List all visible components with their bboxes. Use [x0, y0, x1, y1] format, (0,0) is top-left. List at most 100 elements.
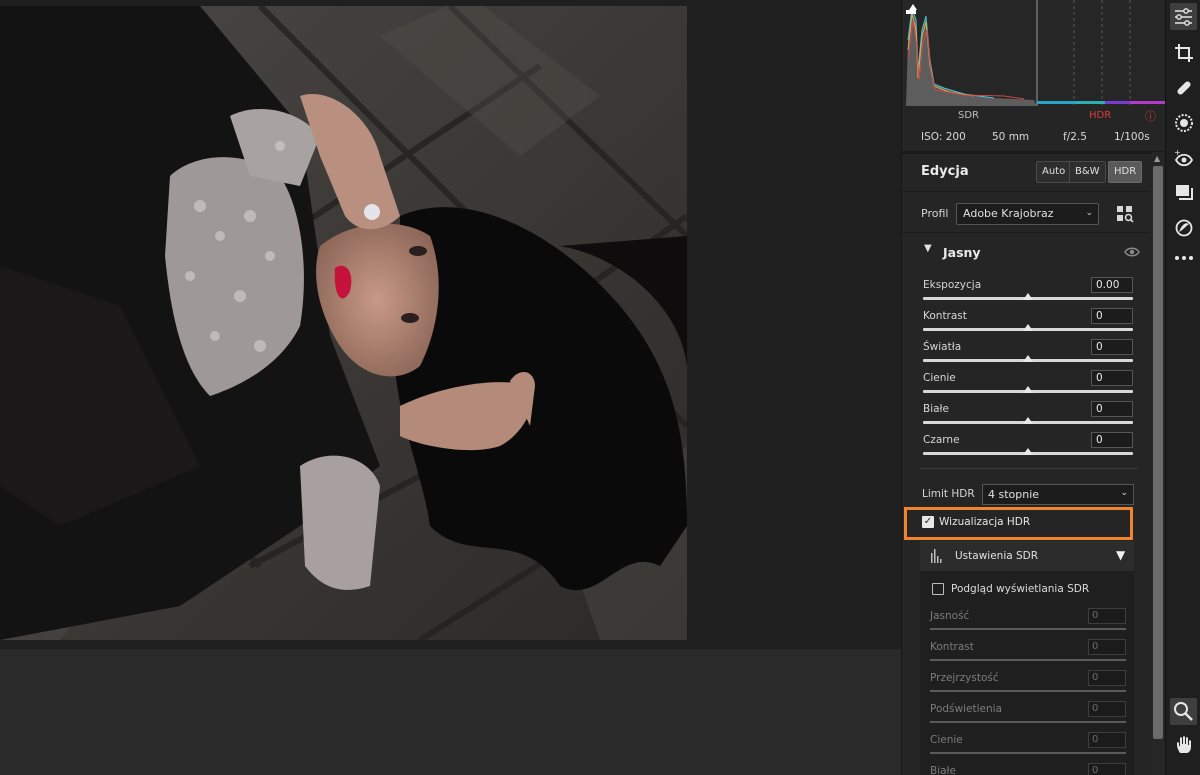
light-section-header[interactable]: ▼ Jasny	[902, 234, 1150, 270]
sdr-preview-label: Podgląd wyświetlania SDR	[951, 583, 1090, 595]
hdr-limit-select[interactable]: 4 stopnie ⌄	[982, 484, 1134, 505]
slider-value-input[interactable]: 0.00	[1091, 277, 1133, 293]
slider-thumb[interactable]	[1023, 355, 1033, 362]
sdr-slider-highlights[interactable]: Podświetlenia 0	[920, 699, 1134, 730]
slider-value-input[interactable]: 0	[1088, 732, 1126, 748]
auto-button[interactable]: Auto	[1036, 161, 1072, 183]
slider-value-input[interactable]: 0	[1088, 763, 1126, 775]
slider-label: Przejrzystość	[930, 672, 999, 684]
slider-label: Cienie	[923, 372, 956, 384]
presets-icon[interactable]	[1174, 183, 1194, 203]
hdr-warning-icon[interactable]: ⓘ	[1145, 108, 1156, 124]
visibility-eye-icon[interactable]	[1124, 246, 1140, 258]
slider-value-input[interactable]: 0	[1088, 639, 1126, 655]
histogram-labels: SDR HDR ⓘ	[902, 106, 1166, 126]
slider-track[interactable]	[930, 659, 1126, 661]
profile-browser-icon[interactable]	[1116, 205, 1134, 223]
slider-label: Ekspozycja	[923, 279, 982, 291]
slider-blacks[interactable]: Czarne 0	[902, 430, 1150, 461]
photo-image	[0, 6, 687, 640]
collapse-triangle-icon[interactable]: ▼	[1116, 548, 1125, 562]
more-options-icon[interactable]	[1174, 248, 1194, 268]
slider-value-input[interactable]: 0	[1091, 370, 1133, 386]
hdr-limit-value: 4 stopnie	[988, 488, 1040, 501]
hdr-visualization-row[interactable]: ✓ Wizualizacja HDR	[902, 507, 1150, 541]
slider-label: Kontrast	[930, 641, 974, 653]
profile-select[interactable]: Adobe Krajobraz ⌄	[956, 203, 1099, 225]
sdr-preview-row[interactable]: Podgląd wyświetlania SDR	[920, 579, 1134, 601]
exif-iso: ISO: 200	[921, 131, 966, 143]
chevron-down-icon: ▼	[924, 243, 932, 254]
slider-label: Cienie	[930, 734, 963, 746]
exif-aperture: f/2.5	[1063, 131, 1087, 143]
hdr-visualization-checkbox[interactable]: ✓	[922, 516, 934, 528]
slider-track[interactable]	[930, 628, 1126, 630]
slider-track[interactable]	[930, 690, 1126, 692]
slider-highlights[interactable]: Światła 0	[902, 337, 1150, 368]
sdr-settings-panel: Ustawienia SDR ▼ Podgląd wyświetlania SD…	[920, 541, 1134, 775]
slider-label: Białe	[930, 765, 956, 775]
slider-whites[interactable]: Białe 0	[902, 399, 1150, 430]
sdr-slider-whites[interactable]: Białe 0	[920, 761, 1134, 775]
sdr-slider-shadows[interactable]: Cienie 0	[920, 730, 1134, 761]
crop-icon[interactable]	[1174, 43, 1194, 63]
slider-track[interactable]	[930, 752, 1126, 754]
edit-panel: SDR HDR ⓘ ISO: 200 50 mm f/2.5 1/100s Ed…	[901, 0, 1166, 775]
canvas-bottom-area	[0, 649, 901, 775]
slider-value-input[interactable]: 0	[1088, 608, 1126, 624]
slider-label: Kontrast	[923, 310, 967, 322]
slider-value-input[interactable]: 0	[1091, 432, 1133, 448]
hdr-visualization-label: Wizualizacja HDR	[939, 516, 1031, 528]
sdr-range-label: SDR	[958, 110, 979, 121]
slider-thumb[interactable]	[1023, 293, 1033, 300]
slider-thumb[interactable]	[1023, 448, 1033, 455]
remove-icon[interactable]	[1174, 218, 1194, 238]
slider-shadows[interactable]: Cienie 0	[902, 368, 1150, 399]
slider-contrast[interactable]: Kontrast 0	[902, 306, 1150, 337]
edit-sliders-icon[interactable]	[1170, 3, 1197, 30]
photo-preview[interactable]	[0, 6, 687, 640]
sdr-preview-checkbox[interactable]	[932, 583, 944, 595]
profile-row: Profil Adobe Krajobraz ⌄	[902, 193, 1150, 233]
sdr-histogram-icon	[931, 549, 942, 563]
chevron-down-icon: ⌄	[1120, 488, 1128, 498]
scrollbar-thumb[interactable]	[1153, 166, 1163, 739]
sdr-slider-brightness[interactable]: Jasność 0	[920, 606, 1134, 637]
slider-value-input[interactable]: 0	[1091, 401, 1133, 417]
hdr-limit-row: Limit HDR 4 stopnie ⌄	[902, 482, 1150, 508]
histogram	[904, 0, 1166, 106]
exif-shutter: 1/100s	[1114, 131, 1150, 143]
bw-button[interactable]: B&W	[1069, 161, 1106, 183]
hdr-range-label: HDR	[1089, 110, 1112, 121]
slider-track[interactable]	[930, 721, 1126, 723]
slider-value-input[interactable]: 0	[1091, 308, 1133, 324]
hand-icon[interactable]	[1174, 735, 1194, 755]
edit-title: Edycja	[921, 164, 969, 179]
healing-bandage-icon[interactable]	[1174, 78, 1194, 98]
slider-value-input[interactable]: 0	[1088, 670, 1126, 686]
profile-value: Adobe Krajobraz	[963, 207, 1054, 220]
slider-exposure[interactable]: Ekspozycja 0.00	[902, 275, 1150, 306]
sdr-slider-clarity[interactable]: Przejrzystość 0	[920, 668, 1134, 699]
panel-scrollbar[interactable]: ▲	[1152, 152, 1164, 775]
masking-icon[interactable]	[1174, 113, 1194, 133]
exif-info: ISO: 200 50 mm f/2.5 1/100s	[902, 128, 1166, 148]
slider-label: Czarne	[923, 434, 960, 446]
hdr-button[interactable]: HDR	[1108, 161, 1143, 183]
sdr-settings-header[interactable]: Ustawienia SDR ▼	[920, 541, 1134, 571]
sdr-slider-contrast[interactable]: Kontrast 0	[920, 637, 1134, 668]
edit-header: Edycja Auto B&W HDR	[902, 154, 1150, 192]
slider-label: Podświetlenia	[930, 703, 1002, 715]
slider-thumb[interactable]	[1023, 324, 1033, 331]
slider-thumb[interactable]	[1023, 386, 1033, 393]
zoom-icon[interactable]	[1170, 698, 1197, 725]
exif-focal-length: 50 mm	[992, 131, 1030, 143]
slider-value-input[interactable]: 0	[1091, 339, 1133, 355]
red-eye-icon[interactable]: +	[1174, 148, 1194, 168]
sdr-settings-title: Ustawienia SDR	[955, 550, 1039, 562]
scroll-up-arrow-icon[interactable]: ▲	[1154, 154, 1160, 163]
slider-label: Światła	[923, 341, 962, 353]
histogram-graph	[904, 0, 1166, 106]
slider-value-input[interactable]: 0	[1088, 701, 1126, 717]
slider-thumb[interactable]	[1023, 417, 1033, 424]
